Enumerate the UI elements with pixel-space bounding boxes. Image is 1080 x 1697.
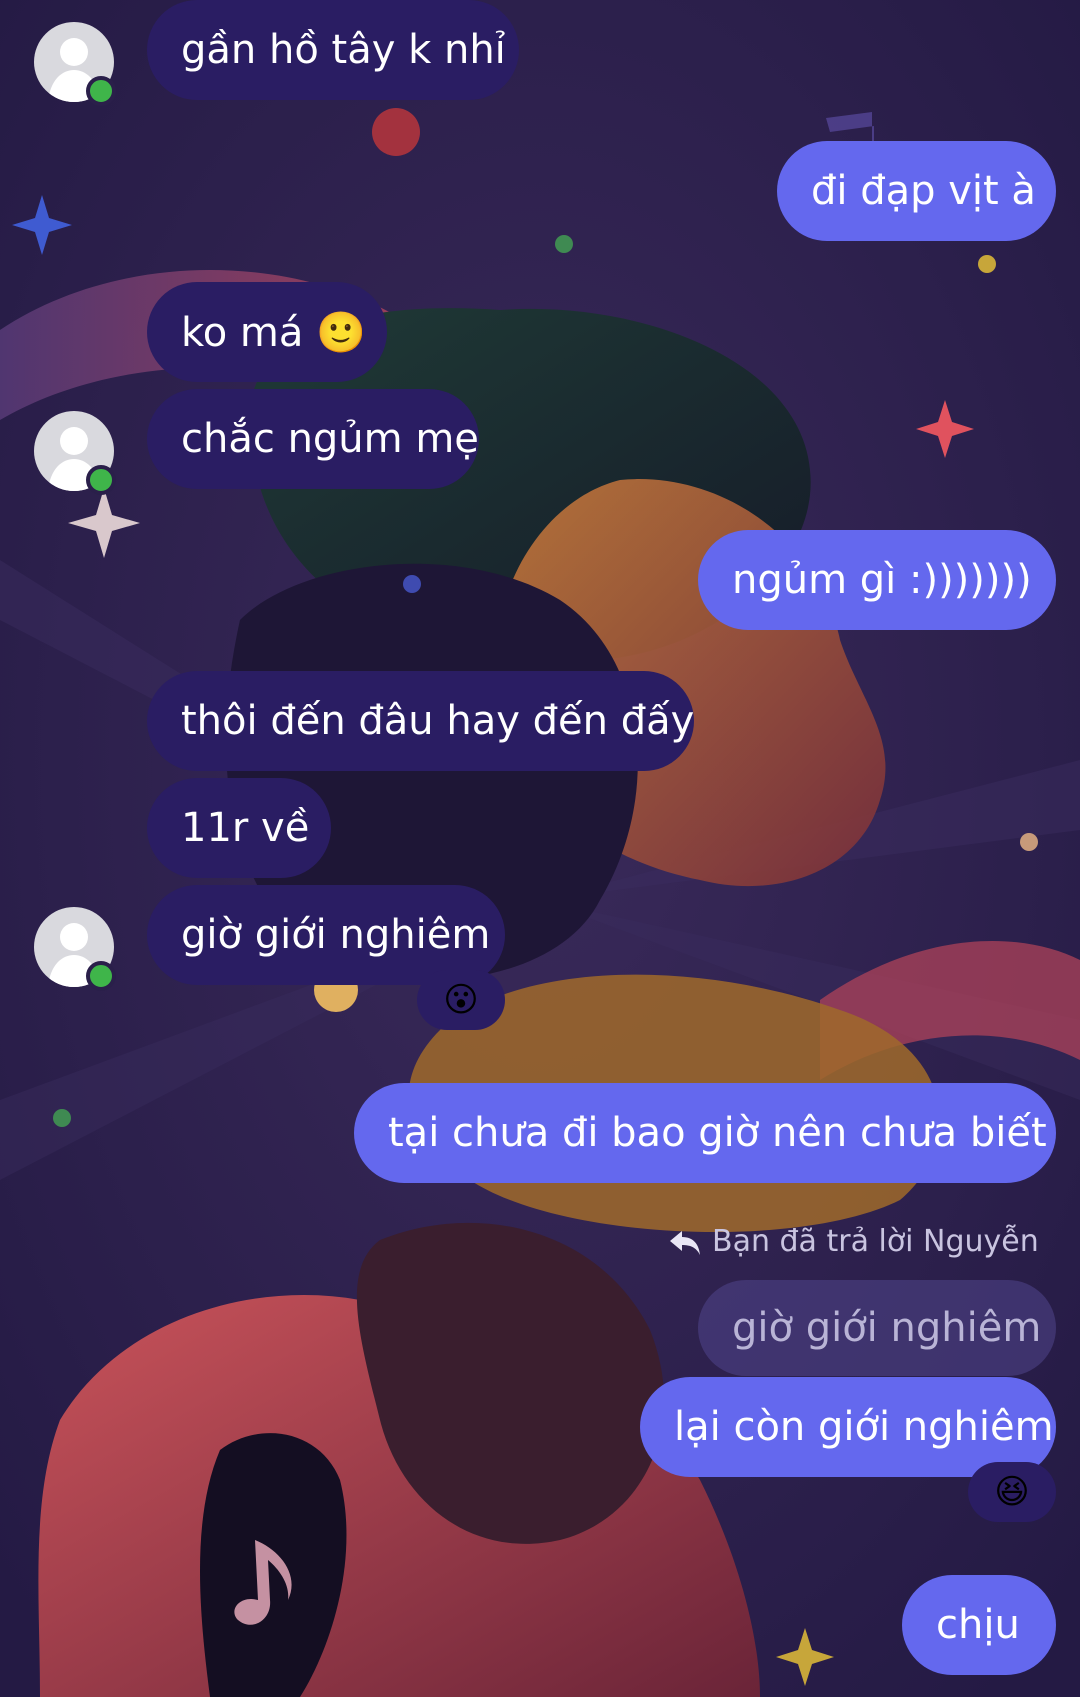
incoming-message[interactable]: chắc ngủm mẹ xyxy=(147,389,479,489)
online-status-icon xyxy=(86,961,116,991)
incoming-message[interactable]: 11r về xyxy=(147,778,331,878)
outgoing-message[interactable]: tại chưa đi bao giờ nên chưa biết xyxy=(354,1083,1056,1183)
reply-indicator: Bạn đã trả lời Nguyễn xyxy=(668,1224,1039,1259)
outgoing-message[interactable]: ngủm gì :))))))) xyxy=(698,530,1056,630)
incoming-message[interactable]: ko má 🙂 xyxy=(147,282,387,382)
online-status-icon xyxy=(86,465,116,495)
incoming-message[interactable]: gần hồ tây k nhỉ xyxy=(147,0,519,100)
outgoing-message[interactable]: chịu xyxy=(902,1575,1056,1675)
quoted-message[interactable]: giờ giới nghiêm xyxy=(698,1280,1056,1376)
online-status-icon xyxy=(86,76,116,106)
incoming-message[interactable]: thôi đến đâu hay đến đấy xyxy=(147,671,694,771)
message-reaction[interactable]: 😮 xyxy=(417,970,505,1030)
chat-thread: gần hồ tây k nhỉ đi đạp vịt à ko má 🙂 ch… xyxy=(0,0,1080,1697)
reply-arrow-icon xyxy=(670,1230,700,1255)
outgoing-message[interactable]: đi đạp vịt à xyxy=(777,141,1056,241)
message-reaction[interactable]: 😆 xyxy=(968,1462,1056,1522)
reply-label: Bạn đã trả lời Nguyễn xyxy=(712,1224,1039,1259)
